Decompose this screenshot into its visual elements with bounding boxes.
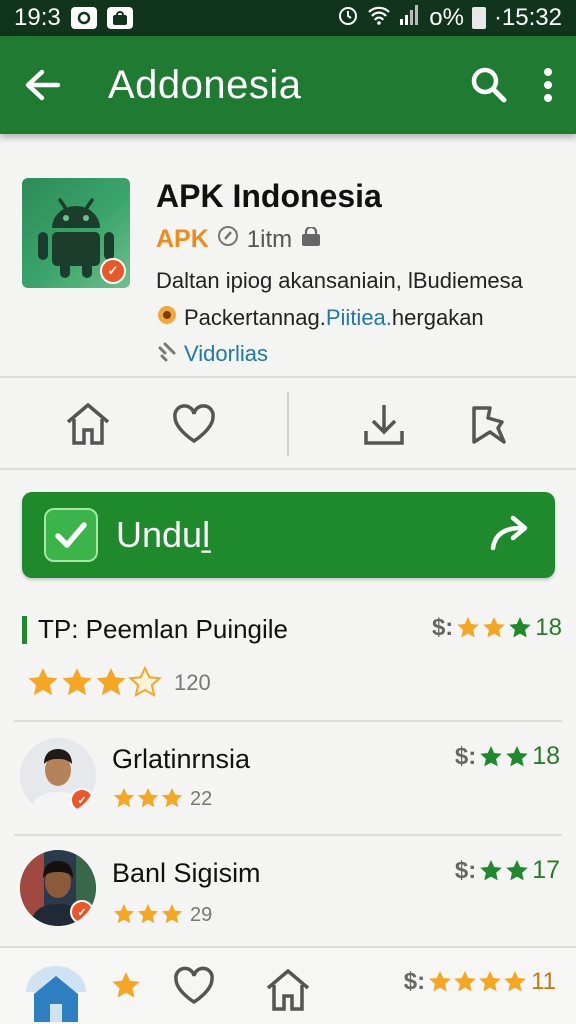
developer-badge-icon: [156, 304, 178, 332]
developer-prefix: Packertannag.: [184, 305, 326, 330]
download-button[interactable]: Unduḻ: [22, 492, 555, 578]
green-stars-icon: [480, 859, 528, 880]
signal-icon: [399, 4, 421, 33]
price-label: $:: [454, 742, 477, 770]
avatar-badge-icon: ✓: [70, 900, 94, 924]
star-rating-icon: [28, 666, 162, 698]
avatar[interactable]: ✓: [20, 850, 96, 926]
review-stars: 29: [112, 902, 212, 928]
star-icon[interactable]: [110, 970, 142, 1000]
review-summary: TP: Peemlan Puingile $: 18 120: [22, 610, 562, 710]
action-row: [0, 378, 576, 468]
star-rating-icon: [113, 788, 183, 808]
review-summary-stars: 120: [26, 666, 211, 700]
divider: [14, 720, 562, 722]
check-icon: [44, 508, 98, 562]
battery-percent: o%: [429, 4, 464, 31]
avatar[interactable]: ✓: [20, 738, 96, 814]
price-label: $:: [454, 856, 477, 884]
review-count: 29: [190, 903, 213, 926]
bookmark-icon[interactable]: [462, 398, 514, 450]
review-stars: 22: [112, 786, 212, 812]
app-description: Daltan ipiog akansaniain, lBudiemesa: [156, 268, 523, 293]
app-info-section: ✓ APK Indonesia APK 1itm Daltan ipiog ak…: [0, 150, 576, 372]
app-meta-row: APK 1itm: [156, 225, 554, 254]
star-rating-icon: [113, 904, 183, 924]
action-separator: [287, 392, 289, 456]
rating-stars-icon: [429, 971, 526, 992]
notification-icon: [70, 7, 97, 29]
price-label: $:: [403, 968, 426, 995]
status-time-right: ·15:32: [493, 4, 562, 31]
review-summary-title: TP: Peemlan Puingile: [38, 614, 289, 644]
avatar-badge-icon: ✓: [70, 788, 94, 812]
bag-icon: [106, 7, 133, 29]
home-icon[interactable]: [22, 962, 90, 1024]
app-meta-text: 1itm: [246, 225, 293, 253]
rating-badge-icon: [217, 225, 239, 254]
status-time-left: 19:3: [14, 4, 61, 31]
link-icon: [156, 340, 178, 368]
alarm-icon: [337, 4, 359, 33]
house-outline-icon[interactable]: [264, 966, 312, 1014]
status-bar: 19:3 o% ·15:32: [0, 0, 576, 36]
review-name: Grlatinrnsia: [112, 744, 251, 774]
review-summary-count: 120: [174, 670, 211, 695]
home-icon[interactable]: [62, 398, 114, 450]
app-name: APK Indonesia: [156, 178, 382, 214]
developer-link[interactable]: Piitiea.: [326, 305, 392, 331]
search-icon[interactable]: [470, 66, 508, 104]
wifi-icon: [367, 4, 391, 33]
more-vert-icon[interactable]: [542, 67, 554, 103]
review-value: 18: [532, 742, 560, 770]
review-value: 17: [532, 856, 560, 884]
green-stars-icon: [480, 745, 528, 766]
heart-icon[interactable]: [168, 398, 220, 450]
lock-icon: [300, 225, 322, 254]
review-summary-rating: $: 18: [432, 614, 562, 642]
download-label: Unduḻ: [116, 514, 211, 555]
price-label: $:: [431, 614, 454, 641]
section-accent: [22, 616, 27, 644]
list-item[interactable]: ✓ Banl Sigisim 29 $: 17: [0, 838, 576, 950]
bottom-nav: $: 11: [0, 946, 576, 1024]
share-icon[interactable]: [489, 514, 533, 557]
app-bar: Addonesia: [0, 36, 576, 134]
app-brand: APK: [156, 225, 209, 253]
app-link-text[interactable]: Vidorlias: [184, 341, 268, 367]
app-developer-line: Packertannag. Piitiea. hergakan: [156, 304, 554, 332]
app-icon[interactable]: ✓: [22, 178, 130, 288]
review-name: Banl Sigisim: [112, 858, 261, 888]
list-item[interactable]: ✓ Grlatinrnsia 22 $: 18: [0, 724, 576, 836]
review-rating: $: 17: [455, 856, 560, 885]
review-count: 22: [190, 787, 213, 810]
back-arrow-icon[interactable]: [22, 67, 62, 103]
app-badge-icon: ✓: [100, 258, 126, 284]
divider: [0, 468, 576, 470]
app-link-row[interactable]: Vidorlias: [156, 340, 554, 368]
heart-icon[interactable]: [172, 966, 216, 1006]
review-rating: $: 18: [455, 742, 560, 771]
developer-suffix: hergakan: [391, 305, 484, 330]
review-summary-value: 18: [535, 614, 562, 641]
bottom-rating-value: 11: [531, 968, 556, 995]
battery-icon: [471, 7, 486, 29]
bottom-rating: $: 11: [404, 968, 556, 996]
download-icon[interactable]: [358, 398, 410, 450]
divider: [14, 834, 562, 836]
rating-stars-icon: [457, 617, 532, 638]
page-title: Addonesia: [108, 62, 302, 107]
